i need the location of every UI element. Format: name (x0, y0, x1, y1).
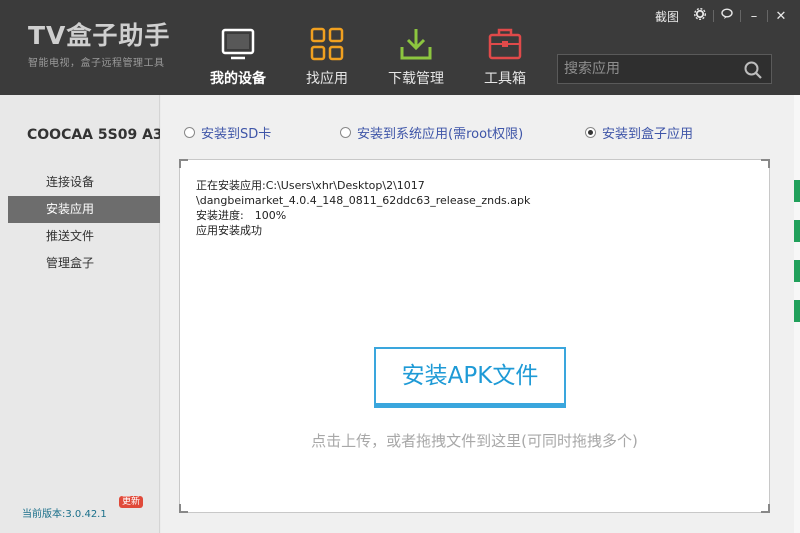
log-line: 安装进度: 100% (196, 209, 287, 222)
nav-label: 我的设备 (210, 71, 266, 87)
tv-icon (221, 28, 255, 60)
grid-icon (310, 27, 344, 61)
corner-mark (179, 159, 188, 168)
search-box (557, 54, 772, 84)
radio-button[interactable] (184, 127, 195, 138)
toolbox-icon (488, 28, 522, 60)
app-logo: TV盒子助手 智能电视，盒子远程管理工具 (28, 21, 171, 70)
corner-mark (761, 504, 770, 513)
log-line: 应用安装成功 (196, 224, 262, 237)
download-icon (400, 29, 432, 60)
main-content: 安装到SD卡 安装到系统应用(需root权限) 安装到盒子应用 正在安装应用:C… (161, 95, 800, 533)
nav-label: 下载管理 (388, 71, 444, 87)
divider (713, 10, 714, 22)
radio-button[interactable] (340, 127, 351, 138)
sidebar-item-connect-device[interactable]: 连接设备 (8, 169, 160, 196)
corner-mark (761, 159, 770, 168)
upload-drop-zone[interactable]: 正在安装应用:C:\Users\xhr\Desktop\2\1017 \dang… (179, 159, 770, 513)
nav-label: 工具箱 (484, 71, 526, 87)
button-underline (374, 405, 566, 408)
option-label: 安装到SD卡 (201, 127, 272, 142)
nav-my-devices[interactable]: 我的设备 (193, 0, 283, 95)
option-install-sd-card[interactable]: 安装到SD卡 (184, 123, 271, 142)
option-install-box-app[interactable]: 安装到盒子应用 (585, 123, 693, 142)
gear-icon[interactable] (689, 7, 711, 24)
nav-toolbox[interactable]: 工具箱 (460, 0, 550, 95)
chat-icon[interactable] (716, 8, 738, 24)
log-line: 正在安装应用:C:\Users\xhr\Desktop\2\1017 (196, 179, 425, 192)
window-controls: 截图 – ✕ (655, 6, 792, 26)
edge-accent (794, 300, 800, 322)
option-install-system-app[interactable]: 安装到系统应用(需root权限) (340, 123, 523, 142)
divider (767, 10, 768, 22)
radio-button-checked[interactable] (585, 127, 596, 138)
close-button[interactable]: ✕ (770, 9, 792, 24)
edge-accent (794, 260, 800, 282)
logo-subtitle: 智能电视，盒子远程管理工具 (28, 58, 165, 69)
option-label: 安装到盒子应用 (602, 127, 694, 142)
background-edge (794, 95, 800, 533)
sidebar-item-push-file[interactable]: 推送文件 (8, 223, 160, 250)
title-bar: TV盒子助手 智能电视，盒子远程管理工具 我的设备 找应用 下载管理 工具箱 截… (0, 0, 800, 95)
minimize-button[interactable]: – (743, 9, 765, 24)
install-apk-button[interactable]: 安装APK文件 (374, 347, 566, 408)
sidebar-menu: 连接设备 安装应用 推送文件 管理盒子 (8, 169, 160, 277)
sidebar-item-manage-box[interactable]: 管理盒子 (8, 250, 160, 277)
update-badge[interactable]: 更新 (119, 496, 144, 508)
nav-download-manager[interactable]: 下载管理 (371, 0, 461, 95)
search-icon[interactable] (743, 60, 763, 80)
edge-accent (794, 180, 800, 202)
device-name: COOCAA 5S09 A3 (27, 127, 160, 143)
corner-mark (179, 504, 188, 513)
drop-hint: 点击上传，或者拖拽文件到这里(可同时拖拽多个) (311, 432, 638, 450)
option-label: 安装到系统应用(需root权限) (357, 127, 524, 142)
log-line: \dangbeimarket_4.0.4_148_0811_62ddc63_re… (196, 194, 531, 207)
nav-label: 找应用 (306, 71, 348, 87)
screenshot-button[interactable]: 截图 (655, 8, 679, 25)
edge-accent (794, 220, 800, 242)
divider (740, 10, 741, 22)
version-label: 当前版本:3.0.42.1 (22, 509, 107, 520)
install-log: 正在安装应用:C:\Users\xhr\Desktop\2\1017 \dang… (196, 178, 530, 238)
nav-find-apps[interactable]: 找应用 (282, 0, 372, 95)
sidebar: COOCAA 5S09 A3 连接设备 安装应用 推送文件 管理盒子 当前版本:… (0, 95, 160, 533)
search-input[interactable] (564, 55, 734, 83)
sidebar-item-install-app[interactable]: 安装应用 (8, 196, 160, 223)
install-apk-label: 安装APK文件 (401, 363, 539, 389)
logo-title: TV盒子助手 (28, 21, 171, 50)
